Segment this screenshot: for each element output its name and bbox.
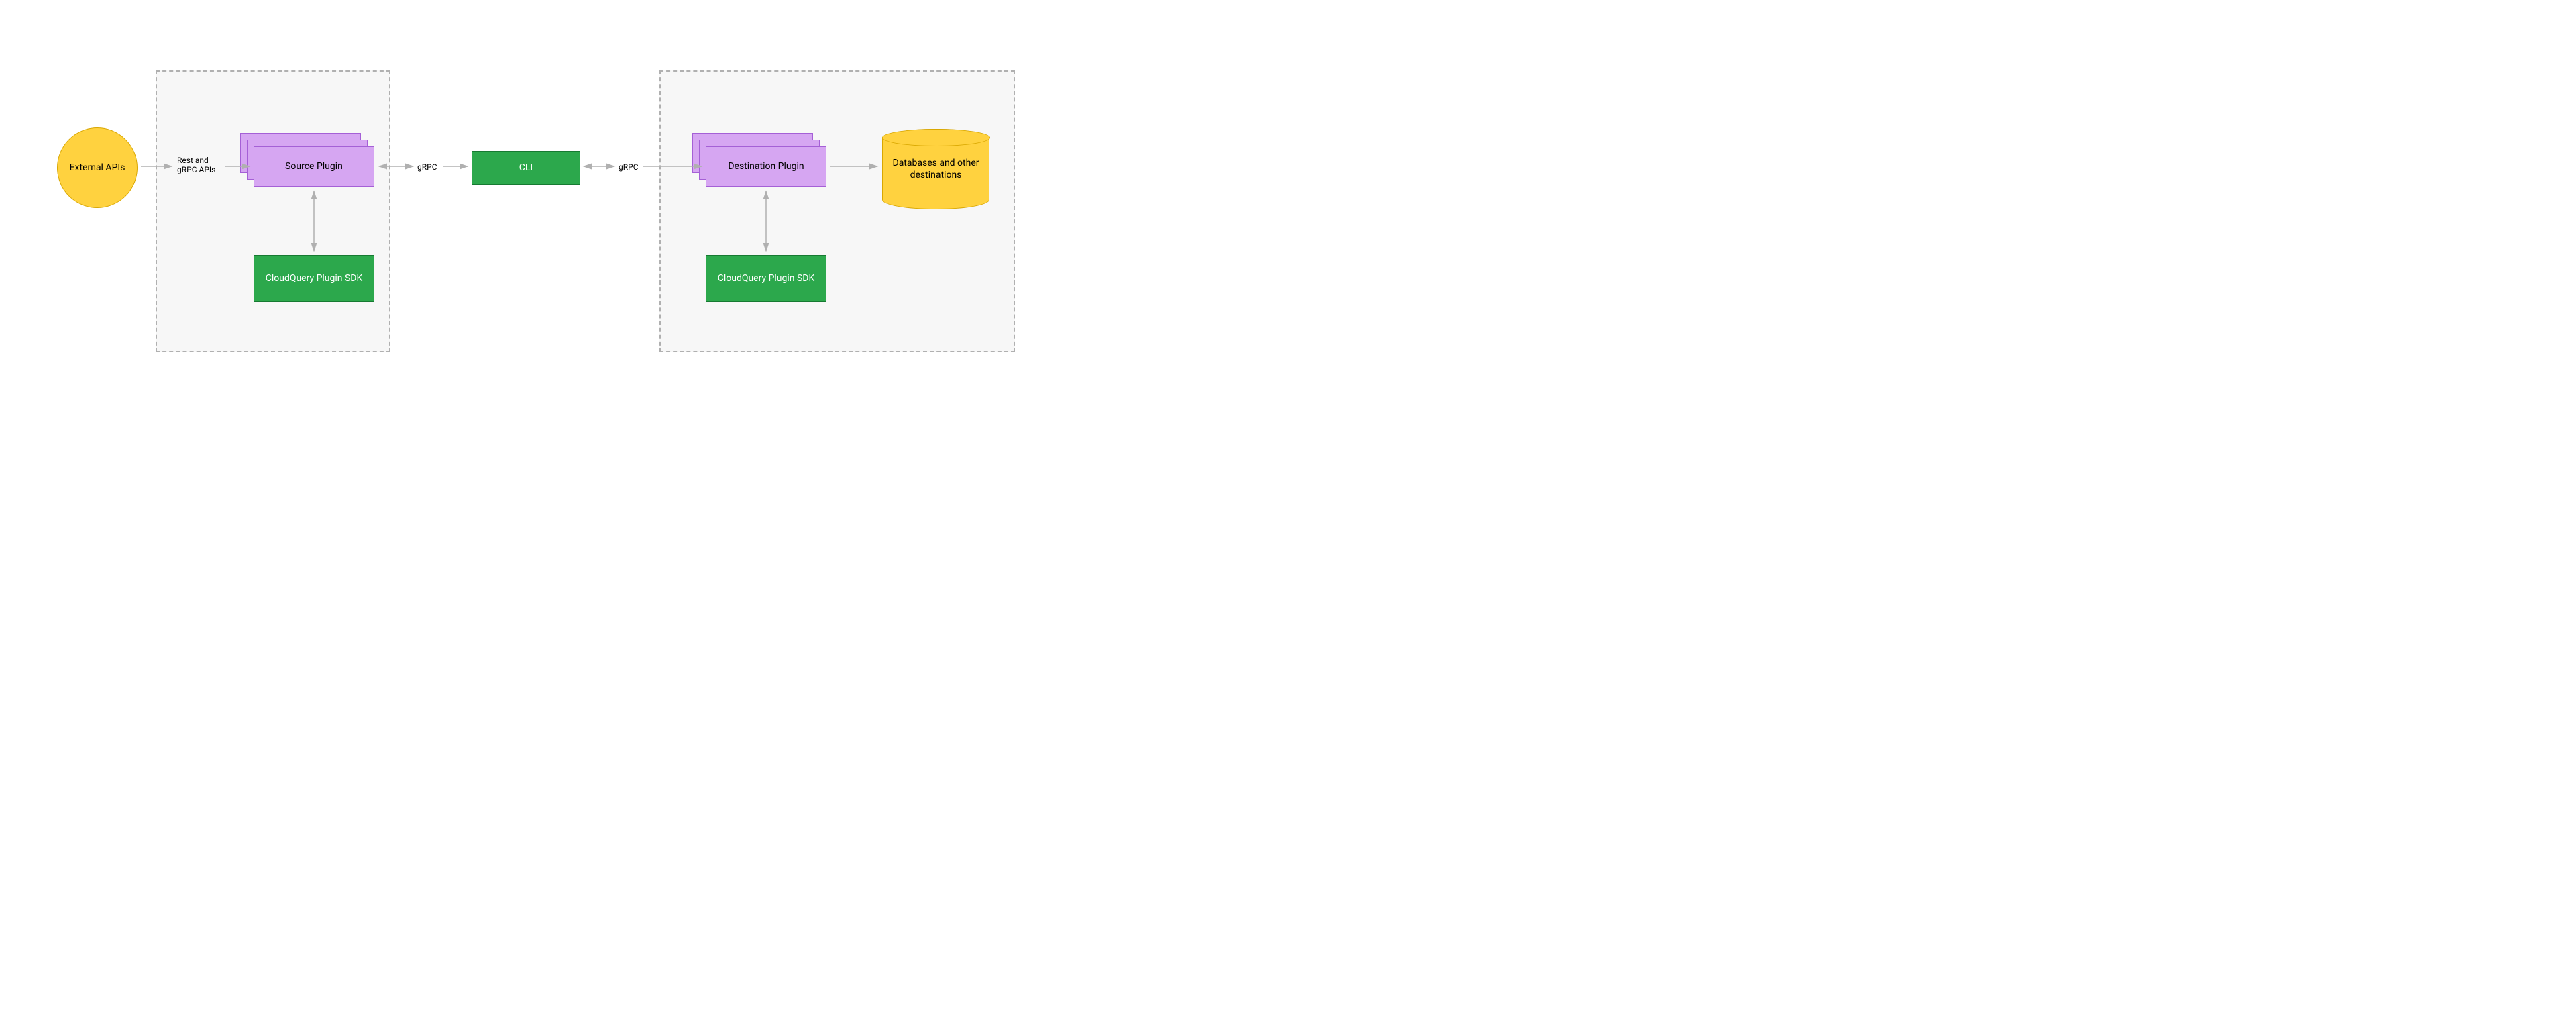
destination-container [659,70,1015,352]
source-sdk-node: CloudQuery Plugin SDK [254,255,374,302]
cli-node: CLI [472,151,580,185]
databases-node: Databases and other destinations [882,129,989,209]
external-apis-label: External APIs [70,162,125,174]
source-plugin-stack: Source Plugin [240,133,374,187]
grpc-right-label: gRPC [619,162,639,172]
cli-label: CLI [519,162,533,174]
databases-label: Databases and other destinations [891,157,981,181]
source-sdk-label: CloudQuery Plugin SDK [266,272,363,285]
destination-sdk-node: CloudQuery Plugin SDK [706,255,826,302]
source-container [156,70,390,352]
rest-grpc-label: Rest and gRPC APIs [177,156,224,175]
destination-sdk-label: CloudQuery Plugin SDK [718,272,815,285]
destination-plugin-stack: Destination Plugin [692,133,826,187]
destination-plugin-label: Destination Plugin [728,161,804,172]
diagram-canvas: External APIs Source Plugin CloudQuery P… [0,0,1030,411]
source-plugin-label: Source Plugin [285,161,343,172]
grpc-left-label: gRPC [417,162,437,172]
external-apis-node: External APIs [57,127,138,208]
